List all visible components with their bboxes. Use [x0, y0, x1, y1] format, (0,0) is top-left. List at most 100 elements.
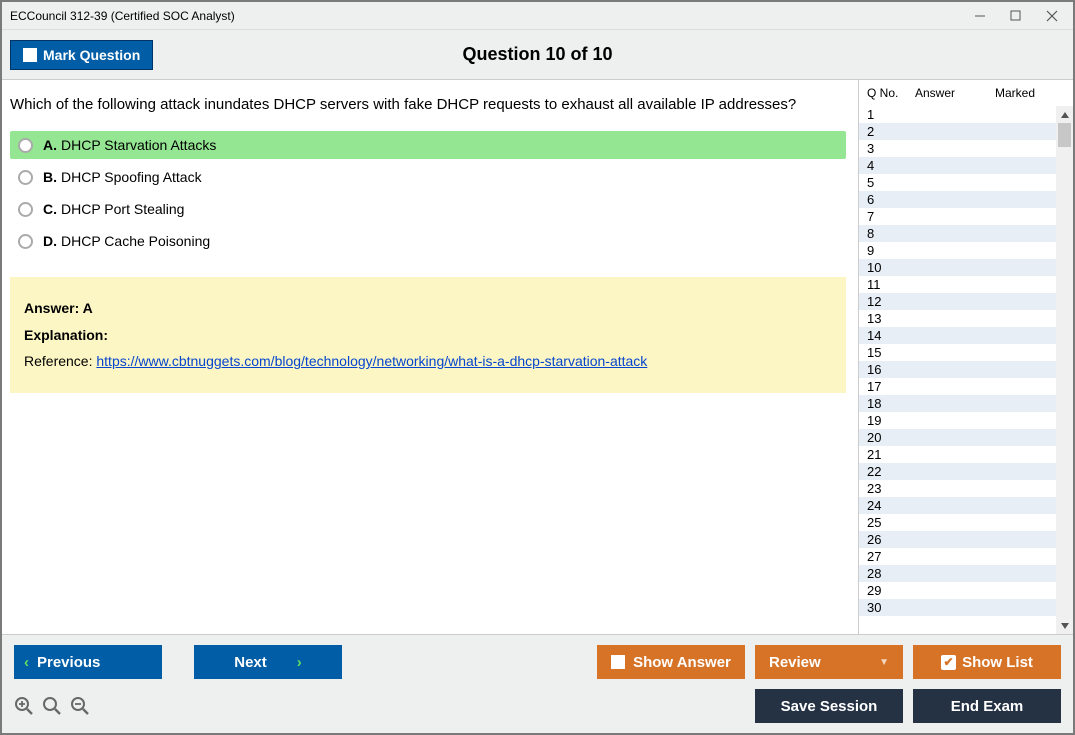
option-B[interactable]: B. DHCP Spoofing Attack: [10, 163, 846, 191]
option-letter: C.: [43, 201, 57, 217]
list-item[interactable]: 4: [859, 157, 1056, 174]
list-item[interactable]: 23: [859, 480, 1056, 497]
header-qno: Q No.: [867, 86, 915, 100]
header-bar: Mark Question Question 10 of 10: [2, 30, 1073, 80]
explanation-box: Answer: A Explanation: Reference: https:…: [10, 277, 846, 393]
save-session-label: Save Session: [781, 698, 878, 715]
checkbox-icon: [23, 48, 37, 62]
option-text: DHCP Cache Poisoning: [61, 233, 210, 249]
option-D[interactable]: D. DHCP Cache Poisoning: [10, 227, 846, 255]
list-item[interactable]: 16: [859, 361, 1056, 378]
list-item[interactable]: 13: [859, 310, 1056, 327]
main-panel: Which of the following attack inundates …: [2, 80, 858, 634]
review-dropdown[interactable]: Review ▼: [755, 645, 903, 679]
list-item[interactable]: 2: [859, 123, 1056, 140]
reference-line: Reference: https://www.cbtnuggets.com/bl…: [24, 348, 832, 375]
list-item[interactable]: 24: [859, 497, 1056, 514]
list-item[interactable]: 1: [859, 106, 1056, 123]
close-button[interactable]: [1045, 9, 1059, 23]
chevron-left-icon: ‹: [24, 654, 29, 671]
list-item[interactable]: 15: [859, 344, 1056, 361]
list-item[interactable]: 27: [859, 548, 1056, 565]
zoom-in-icon[interactable]: [14, 696, 34, 716]
mark-question-label: Mark Question: [43, 47, 140, 63]
list-item[interactable]: 30: [859, 599, 1056, 616]
end-exam-button[interactable]: End Exam: [913, 689, 1061, 723]
window-controls: [973, 9, 1059, 23]
list-item[interactable]: 20: [859, 429, 1056, 446]
option-text: DHCP Starvation Attacks: [61, 137, 216, 153]
footer-row-1: ‹ Previous Next › Show Answer Review ▼ ✔…: [14, 645, 1061, 679]
list-item[interactable]: 22: [859, 463, 1056, 480]
header-marked: Marked: [995, 86, 1069, 100]
list-item[interactable]: 3: [859, 140, 1056, 157]
scroll-thumb[interactable]: [1058, 123, 1071, 147]
checkbox-icon: [611, 655, 625, 669]
zoom-out-icon[interactable]: [70, 696, 90, 716]
titlebar: ECCouncil 312-39 (Certified SOC Analyst): [2, 2, 1073, 30]
radio-icon[interactable]: [18, 138, 33, 153]
scroll-track[interactable]: [1056, 123, 1073, 617]
list-item[interactable]: 6: [859, 191, 1056, 208]
mark-question-button[interactable]: Mark Question: [10, 40, 153, 70]
show-answer-button[interactable]: Show Answer: [597, 645, 745, 679]
scrollbar[interactable]: [1056, 106, 1073, 634]
checkbox-checked-icon: ✔: [941, 655, 956, 670]
chevron-right-icon: ›: [297, 654, 302, 671]
radio-icon[interactable]: [18, 234, 33, 249]
list-item[interactable]: 7: [859, 208, 1056, 225]
previous-label: Previous: [37, 654, 100, 671]
review-label: Review: [769, 654, 821, 671]
footer-bar: ‹ Previous Next › Show Answer Review ▼ ✔…: [2, 634, 1073, 733]
scroll-down-icon[interactable]: [1056, 617, 1073, 634]
show-answer-label: Show Answer: [633, 654, 731, 671]
list-item[interactable]: 8: [859, 225, 1056, 242]
list-item[interactable]: 5: [859, 174, 1056, 191]
option-C[interactable]: C. DHCP Port Stealing: [10, 195, 846, 223]
zoom-controls: [14, 696, 90, 716]
radio-icon[interactable]: [18, 202, 33, 217]
option-A[interactable]: A. DHCP Starvation Attacks: [10, 131, 846, 159]
footer-row-2: Save Session End Exam: [14, 689, 1061, 723]
sidebar-scroll: 1234567891011121314151617181920212223242…: [859, 106, 1073, 634]
list-item[interactable]: 10: [859, 259, 1056, 276]
options-list: A. DHCP Starvation Attacks B. DHCP Spoofi…: [10, 131, 846, 255]
question-text: Which of the following attack inundates …: [10, 96, 846, 113]
show-list-button[interactable]: ✔ Show List: [913, 645, 1061, 679]
previous-button[interactable]: ‹ Previous: [14, 645, 162, 679]
list-item[interactable]: 14: [859, 327, 1056, 344]
app-window: ECCouncil 312-39 (Certified SOC Analyst)…: [0, 0, 1075, 735]
list-item[interactable]: 17: [859, 378, 1056, 395]
option-letter: D.: [43, 233, 57, 249]
next-label: Next: [234, 654, 267, 671]
maximize-button[interactable]: [1009, 9, 1023, 23]
show-list-label: Show List: [962, 654, 1033, 671]
reference-link[interactable]: https://www.cbtnuggets.com/blog/technolo…: [96, 353, 647, 369]
end-exam-label: End Exam: [951, 698, 1024, 715]
radio-icon[interactable]: [18, 170, 33, 185]
save-session-button[interactable]: Save Session: [755, 689, 903, 723]
minimize-button[interactable]: [973, 9, 987, 23]
list-item[interactable]: 12: [859, 293, 1056, 310]
list-item[interactable]: 26: [859, 531, 1056, 548]
list-item[interactable]: 29: [859, 582, 1056, 599]
sidebar-rows: 1234567891011121314151617181920212223242…: [859, 106, 1056, 634]
list-item[interactable]: 11: [859, 276, 1056, 293]
content-area: Which of the following attack inundates …: [2, 80, 1073, 634]
list-item[interactable]: 28: [859, 565, 1056, 582]
list-item[interactable]: 18: [859, 395, 1056, 412]
reference-label: Reference:: [24, 353, 96, 369]
scroll-up-icon[interactable]: [1056, 106, 1073, 123]
list-item[interactable]: 9: [859, 242, 1056, 259]
explanation-label: Explanation:: [24, 322, 832, 349]
list-item[interactable]: 25: [859, 514, 1056, 531]
list-item[interactable]: 19: [859, 412, 1056, 429]
option-letter: B.: [43, 169, 57, 185]
question-list-panel: Q No. Answer Marked 12345678910111213141…: [858, 80, 1073, 634]
list-item[interactable]: 21: [859, 446, 1056, 463]
option-text: DHCP Spoofing Attack: [61, 169, 202, 185]
chevron-down-icon: ▼: [879, 657, 889, 668]
zoom-reset-icon[interactable]: [42, 696, 62, 716]
next-button[interactable]: Next ›: [194, 645, 342, 679]
question-counter: Question 10 of 10: [462, 44, 612, 65]
